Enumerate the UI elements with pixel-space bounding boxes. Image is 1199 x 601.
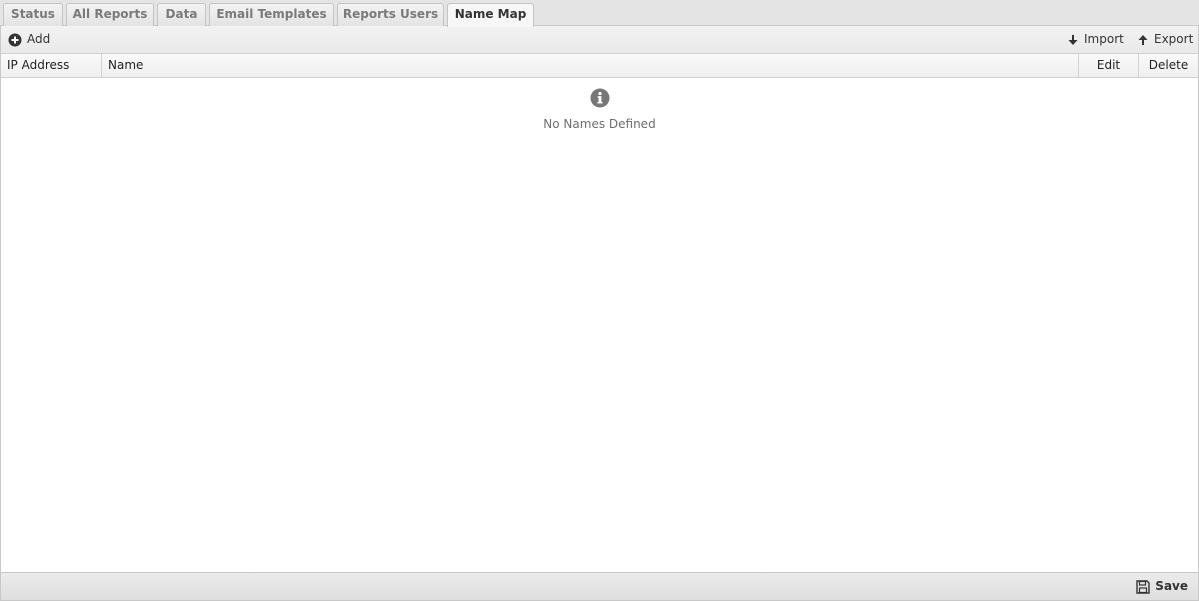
tab-bar: Status All Reports Data Email Templates … <box>0 0 1199 27</box>
plus-circle-icon <box>8 33 22 47</box>
tab-status[interactable]: Status <box>3 3 63 26</box>
info-circle-icon <box>1 88 1198 111</box>
import-label: Import <box>1084 32 1124 46</box>
empty-state: No Names Defined <box>1 88 1198 131</box>
floppy-disk-icon <box>1136 579 1150 594</box>
tab-data[interactable]: Data <box>157 3 206 26</box>
import-button[interactable]: Import <box>1067 26 1124 53</box>
name-map-panel: Add Import Export IP Address Name Edit D… <box>0 26 1199 601</box>
export-button[interactable]: Export <box>1137 26 1193 53</box>
save-button[interactable]: Save <box>1136 573 1188 600</box>
tab-email-templates[interactable]: Email Templates <box>209 3 334 26</box>
add-label: Add <box>27 32 51 46</box>
tab-name-map[interactable]: Name Map <box>447 3 534 27</box>
tab-all-reports[interactable]: All Reports <box>66 3 154 26</box>
export-label: Export <box>1154 32 1194 46</box>
column-delete[interactable]: Delete <box>1139 54 1198 77</box>
column-name[interactable]: Name <box>102 54 1079 77</box>
grid-header: IP Address Name Edit Delete <box>1 54 1198 78</box>
add-button[interactable]: Add <box>8 26 50 53</box>
column-ip-address[interactable]: IP Address <box>1 54 102 77</box>
arrow-up-icon <box>1137 34 1149 46</box>
save-label: Save <box>1155 579 1188 593</box>
column-edit[interactable]: Edit <box>1079 54 1139 77</box>
footer-bar: Save <box>1 572 1198 600</box>
toolbar: Add Import Export <box>1 26 1198 54</box>
arrow-down-icon <box>1067 34 1079 46</box>
tab-reports-users[interactable]: Reports Users <box>337 3 444 26</box>
empty-message: No Names Defined <box>543 117 656 131</box>
grid-body: No Names Defined <box>1 78 1198 572</box>
